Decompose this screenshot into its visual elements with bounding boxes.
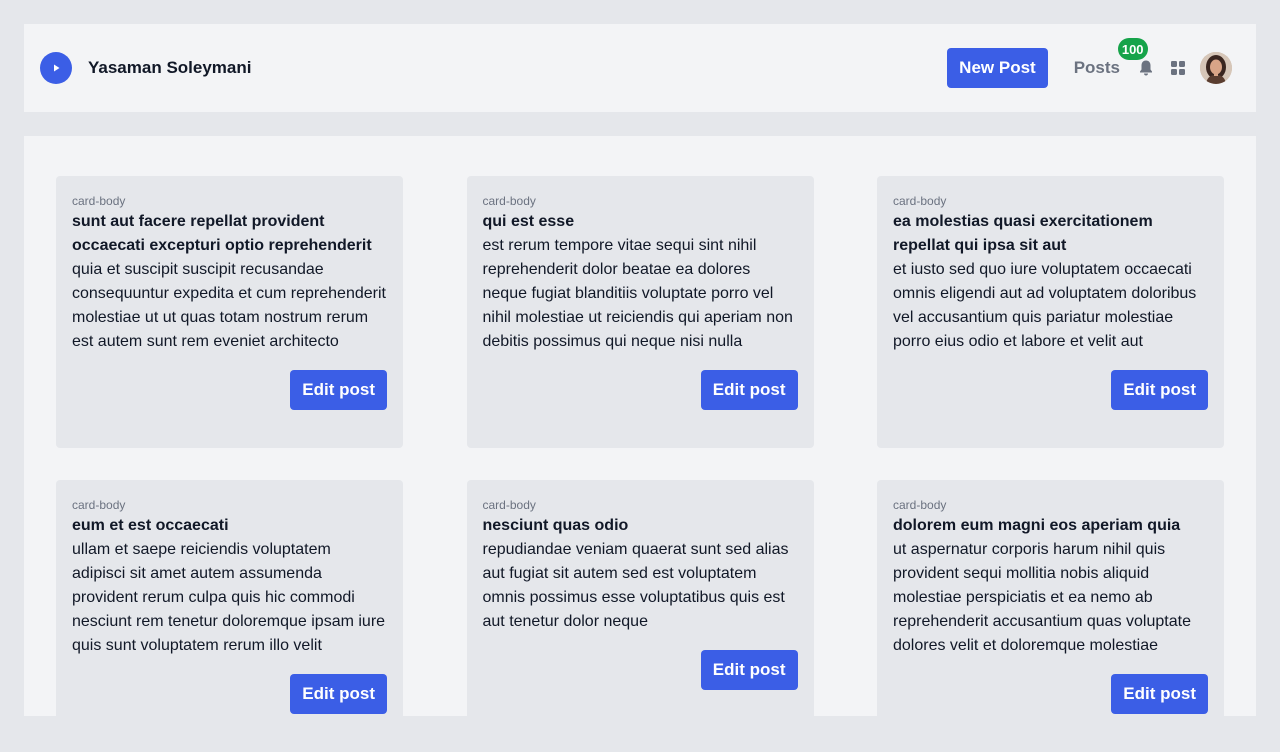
card-actions: Edit post: [483, 370, 798, 410]
post-card: card-body sunt aut facere repellat provi…: [56, 176, 403, 448]
card-actions: Edit post: [893, 370, 1208, 410]
card-label: card-body: [482, 498, 536, 512]
card-title: nesciunt quas odio: [482, 517, 629, 534]
edit-post-button[interactable]: Edit post: [700, 650, 798, 690]
card-label: card-body: [72, 498, 126, 512]
notifications-button[interactable]: [1136, 58, 1156, 78]
card-title: eum et est occaecati: [72, 517, 229, 534]
edit-post-button[interactable]: Edit post: [1111, 370, 1208, 410]
bell-icon: [1140, 60, 1152, 76]
edit-post-button[interactable]: Edit post: [290, 370, 387, 410]
card-body-text: ut aspernatur corporis harum nihil quis …: [893, 541, 1191, 654]
card-body-text: quia et suscipit suscipit recusandae con…: [72, 261, 386, 350]
edit-post-button[interactable]: Edit post: [700, 370, 798, 410]
top-navbar: Yasaman Soleymani New Post Posts 100: [24, 24, 1256, 112]
post-card: card-body ea molestias quasi exercitatio…: [877, 176, 1224, 448]
posts-grid: card-body sunt aut facere repellat provi…: [56, 176, 1224, 752]
card-label: card-body: [72, 194, 126, 208]
card-body-text: repudiandae veniam quaerat sunt sed alia…: [482, 541, 789, 630]
card-body-text: ullam et saepe reiciendis voluptatem adi…: [72, 541, 386, 654]
avatar[interactable]: [1200, 52, 1232, 84]
card-body-text: et iusto sed quo iure voluptatem occaeca…: [893, 261, 1197, 350]
play-button[interactable]: [40, 52, 72, 84]
post-card: card-body dolorem eum magni eos aperiam …: [877, 480, 1224, 752]
card-actions: Edit post: [483, 650, 798, 690]
card-label: card-body: [482, 194, 536, 208]
header-actions: New Post Posts 100: [947, 38, 1232, 88]
card-title: sunt aut facere repellat provident occae…: [72, 213, 372, 254]
main-content: card-body sunt aut facere repellat provi…: [24, 136, 1256, 752]
post-card: card-body eum et est occaecati ullam et …: [56, 480, 403, 752]
card-body-text: est rerum tempore vitae sequi sint nihil…: [482, 237, 793, 350]
posts-label: Posts: [1073, 58, 1120, 77]
card-label: card-body: [893, 498, 947, 512]
play-icon: [54, 64, 60, 72]
grid-icon: [1171, 61, 1185, 75]
post-card: card-body nesciunt quas odio repudiandae…: [466, 480, 814, 752]
card-actions: Edit post: [72, 370, 387, 410]
apps-button[interactable]: [1168, 58, 1188, 78]
posts-link[interactable]: Posts 100: [1073, 38, 1148, 78]
avatar-image: [1200, 52, 1232, 84]
edit-post-button[interactable]: Edit post: [1111, 674, 1208, 714]
card-label: card-body: [893, 194, 947, 208]
new-post-button[interactable]: New Post: [947, 48, 1048, 88]
card-actions: Edit post: [893, 674, 1208, 714]
user-name: Yasaman Soleymani: [88, 58, 252, 77]
card-title: dolorem eum magni eos aperiam quia: [893, 517, 1181, 534]
posts-count-badge: 100: [1117, 38, 1148, 60]
edit-post-button[interactable]: Edit post: [290, 674, 387, 714]
card-title: ea molestias quasi exercitationem repell…: [893, 213, 1153, 254]
post-card: card-body qui est esse est rerum tempore…: [466, 176, 814, 448]
card-actions: Edit post: [72, 674, 387, 714]
card-title: qui est esse: [482, 213, 575, 230]
